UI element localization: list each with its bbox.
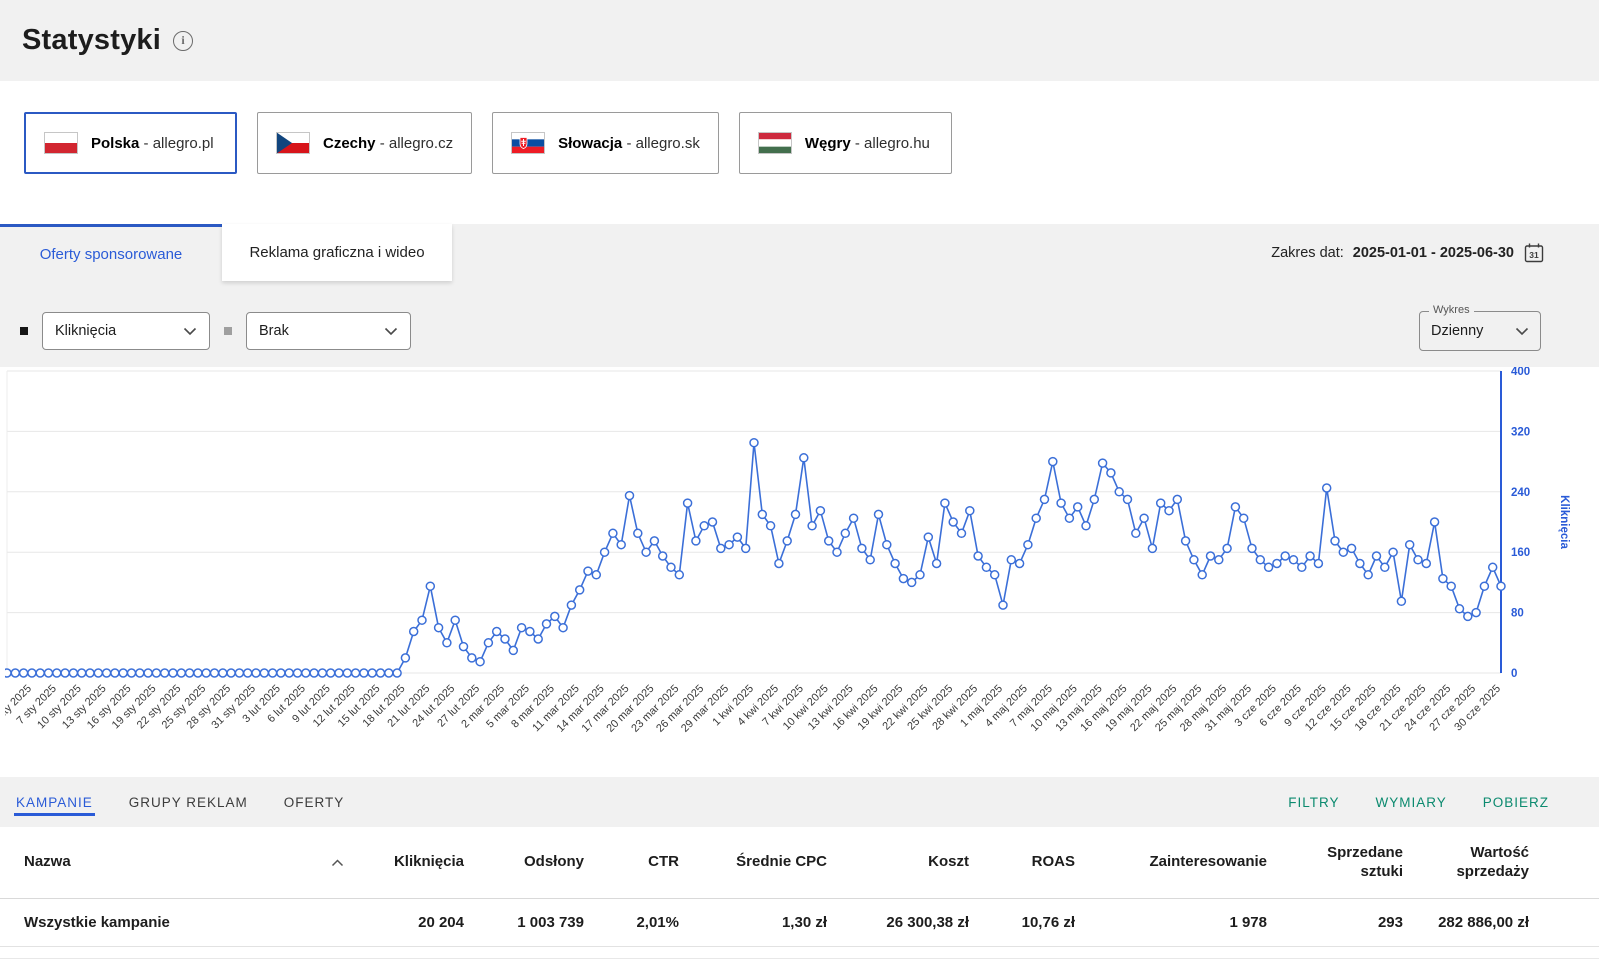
date-range-picker[interactable]: Zakres dat: 2025-01-01 - 2025-06-30 31 [1271, 224, 1599, 281]
metric2-color-chip [224, 327, 232, 335]
filters-button[interactable]: FILTRY [1288, 795, 1339, 810]
table-footer-divider [0, 947, 1599, 959]
tab-reklama-graficzna-i-wideo[interactable]: Reklama graficzna i wideo [222, 224, 452, 281]
column-header-srednie-cpc[interactable]: Średnie CPC [679, 853, 827, 872]
metric1-value: Kliknięcia [55, 323, 116, 339]
statistics-page: Statystyki i Polska - allegro.pl Czechy [0, 0, 1599, 959]
campaigns-table: Nazwa Kliknięcia Odsłony CTR Średnie CPC… [0, 827, 1599, 959]
clicks-line-chart: 080160240320400Kliknięcia4 sty 20257 sty… [5, 367, 1595, 777]
date-range-label: Zakres dat: [1271, 245, 1344, 261]
chart-area: 080160240320400Kliknięcia4 sty 20257 sty… [0, 367, 1599, 777]
market-button-slowacja[interactable]: Słowacja - allegro.sk [492, 112, 719, 174]
svg-text:Kliknięcia: Kliknięcia [1558, 495, 1570, 549]
chart-section: Oferty sponsorowane Reklama graficzna i … [0, 224, 1599, 367]
market-label: Słowacja - allegro.sk [558, 135, 700, 152]
chart-interval-select[interactable]: Wykres Dzienny [1419, 311, 1541, 351]
market-label: Węgry - allegro.hu [805, 135, 930, 152]
svg-text:31: 31 [1529, 250, 1539, 260]
market-button-polska[interactable]: Polska - allegro.pl [24, 112, 237, 174]
ad-type-tabs: Oferty sponsorowane Reklama graficzna i … [0, 224, 1599, 281]
date-range-value: 2025-01-01 - 2025-06-30 [1353, 245, 1514, 261]
table-row[interactable]: Wszystkie kampanie 20 204 1 003 739 2,01… [0, 899, 1599, 947]
dimensions-button[interactable]: WYMIARY [1375, 795, 1446, 810]
tab-oferty-sponsorowane[interactable]: Oferty sponsorowane [0, 224, 222, 281]
market-label: Czechy - allegro.cz [323, 135, 453, 152]
chart-interval-value: Dzienny [1431, 323, 1483, 339]
table-actions: FILTRY WYMIARY POBIERZ [1288, 795, 1549, 810]
cell-srednie-cpc: 1,30 zł [679, 914, 827, 931]
download-button[interactable]: POBIERZ [1483, 795, 1549, 810]
slovakia-flag-icon [511, 132, 545, 154]
sort-asc-icon[interactable] [331, 859, 344, 867]
svg-text:320: 320 [1511, 426, 1530, 438]
market-button-czechy[interactable]: Czechy - allegro.cz [257, 112, 472, 174]
column-header-nazwa[interactable]: Nazwa [24, 853, 354, 872]
hungary-flag-icon [758, 132, 792, 154]
page-title: Statystyki [22, 24, 161, 57]
cell-sprzedane-sztuki: 293 [1267, 914, 1403, 931]
column-header-koszt[interactable]: Koszt [827, 853, 969, 872]
column-header-sprzedane-sztuki[interactable]: Sprzedane sztuki [1267, 844, 1403, 882]
cell-roas: 10,76 zł [969, 914, 1075, 931]
metric2-value: Brak [259, 323, 289, 339]
column-header-label: Nazwa [24, 853, 71, 872]
cell-nazwa: Wszystkie kampanie [24, 914, 354, 931]
czech-flag-icon [276, 132, 310, 154]
market-button-wegry[interactable]: Węgry - allegro.hu [739, 112, 952, 174]
column-header-zainteresowanie[interactable]: Zainteresowanie [1075, 853, 1267, 872]
column-header-ctr[interactable]: CTR [584, 853, 679, 872]
chevron-down-icon [384, 327, 398, 336]
cell-koszt: 26 300,38 zł [827, 914, 969, 931]
tab-label: Oferty sponsorowane [40, 246, 183, 263]
chevron-down-icon [183, 327, 197, 336]
tab-oferty[interactable]: OFERTY [282, 789, 347, 816]
svg-text:0: 0 [1511, 668, 1517, 680]
tab-label: Reklama graficzna i wideo [249, 244, 424, 261]
poland-flag-icon [44, 132, 78, 154]
calendar-icon[interactable]: 31 [1523, 242, 1545, 264]
column-header-odslony[interactable]: Odsłony [464, 853, 584, 872]
cell-odslony: 1 003 739 [464, 914, 584, 931]
chevron-down-icon [1515, 327, 1529, 336]
metric1-color-chip [20, 327, 28, 335]
svg-text:160: 160 [1511, 547, 1530, 559]
cell-klikniecia: 20 204 [354, 914, 464, 931]
column-header-roas[interactable]: ROAS [969, 853, 1075, 872]
table-header-row: Nazwa Kliknięcia Odsłony CTR Średnie CPC… [0, 827, 1599, 899]
metric2-select[interactable]: Brak [246, 312, 411, 350]
svg-text:240: 240 [1511, 487, 1530, 499]
chart-controls: Kliknięcia Brak Wykres Dzienny [0, 281, 1599, 367]
tab-kampanie[interactable]: KAMPANIE [14, 789, 95, 816]
svg-text:80: 80 [1511, 608, 1524, 620]
column-header-klikniecia[interactable]: Kliknięcia [354, 853, 464, 872]
cell-wartosc-sprzedazy: 282 886,00 zł [1403, 914, 1529, 931]
cell-ctr: 2,01% [584, 914, 679, 931]
page-header: Statystyki i [0, 0, 1599, 81]
metric1-select[interactable]: Kliknięcia [42, 312, 210, 350]
market-label: Polska - allegro.pl [91, 135, 214, 152]
market-selector: Polska - allegro.pl Czechy - allegro.cz [0, 81, 1599, 224]
chart-interval-label: Wykres [1429, 304, 1474, 316]
svg-text:400: 400 [1511, 367, 1530, 378]
tab-grupy-reklam[interactable]: GRUPY REKLAM [127, 789, 250, 816]
table-toolbar: KAMPANIE GRUPY REKLAM OFERTY FILTRY WYMI… [0, 777, 1599, 827]
column-header-wartosc-sprzedazy[interactable]: Wartość sprzedaży [1403, 844, 1529, 882]
info-icon[interactable]: i [173, 31, 193, 51]
cell-zainteresowanie: 1 978 [1075, 914, 1267, 931]
